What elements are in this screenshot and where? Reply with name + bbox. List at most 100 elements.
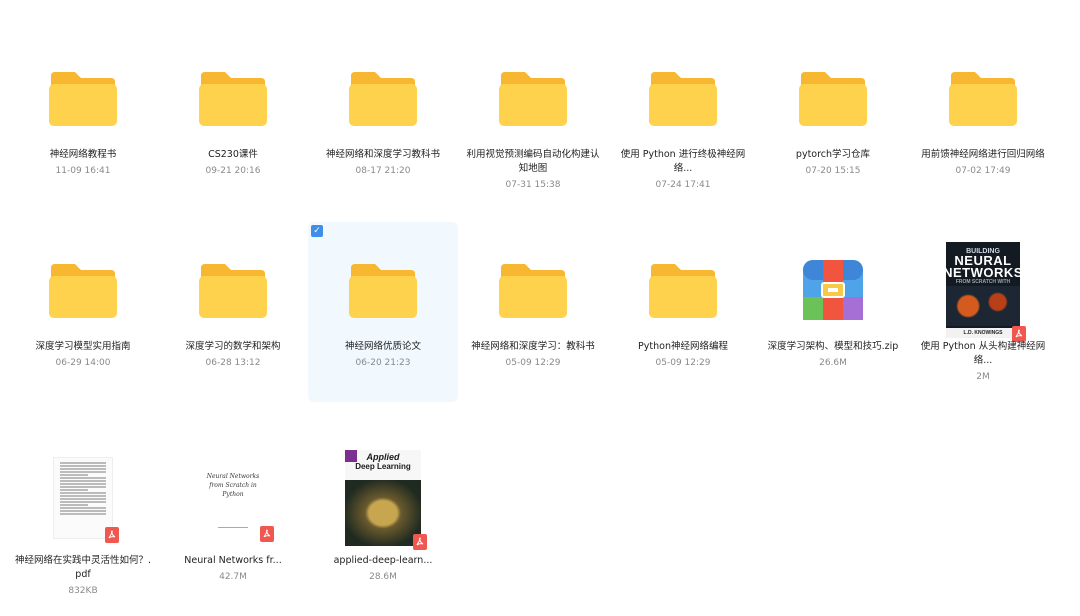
pdf-thumbnail: BUILDINGNEURALNETWORKSFROM SCRATCH WITHP… xyxy=(946,242,1026,342)
folder-icon xyxy=(497,68,569,128)
item-name: Python神经网络编程 05-09 12:29 xyxy=(614,340,752,370)
item-name-text: 深度学习的数学和架构 xyxy=(185,341,281,352)
grid-item[interactable]: 神经网络教程书 11-09 16:41 xyxy=(8,30,158,210)
grid-item[interactable]: 深度学习模型实用指南 06-29 14:00 xyxy=(8,222,158,402)
item-meta: 09-21 20:16 xyxy=(205,166,261,176)
pdf-thumbnail: Neural Networks from Scratch in Python xyxy=(198,458,274,542)
item-meta: 05-09 12:29 xyxy=(505,358,561,368)
item-name: 用前馈神经网络进行回归网络 07-02 17:49 xyxy=(914,148,1052,178)
item-meta: 2M xyxy=(976,372,990,382)
grid-item[interactable]: 利用视觉预测编码自动化构建认知地图 07-31 15:38 xyxy=(458,30,608,210)
cover-text: Deep Learning xyxy=(355,462,411,471)
item-meta: 07-20 15:15 xyxy=(805,166,861,176)
item-thumbnail xyxy=(158,48,308,148)
grid-item[interactable]: 用前馈神经网络进行回归网络 07-02 17:49 xyxy=(908,30,1058,210)
check-icon[interactable]: ✓ xyxy=(311,225,323,237)
cover-text: from Scratch in xyxy=(209,482,257,489)
item-thumbnail xyxy=(8,48,158,148)
item-thumbnail: BUILDINGNEURALNETWORKSFROM SCRATCH WITHP… xyxy=(908,240,1058,342)
item-meta: 06-29 14:00 xyxy=(55,358,111,368)
item-meta: 26.6M xyxy=(819,358,847,368)
item-name-text: 利用视觉预测编码自动化构建认知地图 xyxy=(466,149,600,174)
item-thumbnail xyxy=(158,240,308,340)
item-name-text: 深度学习模型实用指南 xyxy=(35,341,131,352)
item-name: Neural Networks fr... 42.7M xyxy=(164,554,302,584)
item-meta: 28.6M xyxy=(369,572,397,582)
grid-item[interactable]: 深度学习架构、模型和技巧.zip 26.6M xyxy=(758,222,908,402)
item-thumbnail xyxy=(758,48,908,148)
grid-item[interactable]: CS230课件 09-21 20:16 xyxy=(158,30,308,210)
item-meta: 42.7M xyxy=(219,572,247,582)
item-meta: 07-02 17:49 xyxy=(955,166,1011,176)
item-meta: 832KB xyxy=(68,586,98,596)
grid-item[interactable]: 神经网络和深度学习：教科书 05-09 12:29 xyxy=(458,222,608,402)
item-name: 深度学习架构、模型和技巧.zip 26.6M xyxy=(764,340,902,370)
grid-item[interactable]: Applied Deep Learning applied-deep-learn..… xyxy=(308,436,458,616)
item-thumbnail xyxy=(608,48,758,148)
item-meta: 08-17 21:20 xyxy=(355,166,411,176)
item-meta: 05-09 12:29 xyxy=(655,358,711,368)
folder-icon xyxy=(197,68,269,128)
item-name-text: 神经网络和深度学习教科书 xyxy=(325,149,440,160)
folder-icon xyxy=(347,260,419,320)
item-thumbnail xyxy=(8,448,158,548)
item-name: pytorch学习仓库 07-20 15:15 xyxy=(764,148,902,178)
item-meta: 07-31 15:38 xyxy=(505,180,561,190)
item-meta: 06-28 13:12 xyxy=(205,358,261,368)
item-name: 神经网络在实践中灵活性如何？.pdf 832KB xyxy=(14,554,152,598)
item-thumbnail xyxy=(308,48,458,148)
zip-archive-icon xyxy=(803,260,863,320)
item-name-text: 深度学习架构、模型和技巧.zip xyxy=(767,341,899,352)
item-name: 利用视觉预测编码自动化构建认知地图 07-31 15:38 xyxy=(464,148,602,192)
item-name: CS230课件 09-21 20:16 xyxy=(164,148,302,178)
file-grid: 神经网络教程书 11-09 16:41 CS230课件 09-21 20:16 神经网络… xyxy=(0,0,1080,606)
folder-icon xyxy=(197,260,269,320)
item-name-text: 使用 Python 进行终极神经网络... xyxy=(620,149,746,174)
item-name: 神经网络教程书 11-09 16:41 xyxy=(14,148,152,178)
pdf-icon xyxy=(260,526,274,542)
folder-icon xyxy=(47,68,119,128)
pdf-thumbnail xyxy=(53,457,119,543)
grid-item[interactable]: Python神经网络编程 05-09 12:29 xyxy=(608,222,758,402)
cover-text: Neural Networks xyxy=(206,473,260,480)
cover-text: Python xyxy=(222,491,244,498)
item-thumbnail xyxy=(458,240,608,340)
grid-item[interactable]: 使用 Python 进行终极神经网络... 07-24 17:41 xyxy=(608,30,758,210)
item-name: 使用 Python 进行终极神经网络... 07-24 17:41 xyxy=(614,148,752,192)
item-name: 神经网络和深度学习：教科书 05-09 12:29 xyxy=(464,340,602,370)
item-meta: 11-09 16:41 xyxy=(55,166,111,176)
item-thumbnail xyxy=(308,240,458,340)
grid-item[interactable]: 神经网络在实践中灵活性如何？.pdf 832KB xyxy=(8,436,158,616)
item-meta: 07-24 17:41 xyxy=(655,180,711,190)
item-name: 神经网络和深度学习教科书 08-17 21:20 xyxy=(314,148,452,178)
item-thumbnail: Applied Deep Learning xyxy=(308,448,458,550)
item-name: 深度学习的数学和架构 06-28 13:12 xyxy=(164,340,302,370)
item-name-text: 神经网络优质论文 xyxy=(344,341,421,352)
item-name-text: pytorch学习仓库 xyxy=(795,149,871,160)
grid-item[interactable]: 神经网络和深度学习教科书 08-17 21:20 xyxy=(308,30,458,210)
item-thumbnail xyxy=(8,240,158,340)
folder-icon xyxy=(47,260,119,320)
folder-icon xyxy=(647,260,719,320)
item-thumbnail xyxy=(608,240,758,340)
folder-icon xyxy=(497,260,569,320)
item-name-text: CS230课件 xyxy=(208,149,258,160)
grid-item[interactable]: BUILDINGNEURALNETWORKSFROM SCRATCH WITHP… xyxy=(908,222,1058,402)
item-meta: 06-20 21:23 xyxy=(355,358,411,368)
item-name-text: 使用 Python 从头构建神经网络... xyxy=(920,341,1046,366)
item-thumbnail xyxy=(758,240,908,340)
grid-item[interactable]: ✓ 神经网络优质论文 06-20 21:23 xyxy=(308,222,458,402)
folder-icon xyxy=(347,68,419,128)
item-name-text: 神经网络和深度学习：教科书 xyxy=(471,341,595,352)
grid-item[interactable]: 深度学习的数学和架构 06-28 13:12 xyxy=(158,222,308,402)
item-name-text: applied-deep-learn... xyxy=(333,555,433,566)
folder-icon xyxy=(797,68,869,128)
cover-text: NETWORKS xyxy=(946,265,1020,280)
item-thumbnail xyxy=(908,48,1058,148)
grid-item[interactable]: pytorch学习仓库 07-20 15:15 xyxy=(758,30,908,210)
grid-item[interactable]: Neural Networks from Scratch in Python Neur… xyxy=(158,436,308,616)
item-name-text: 神经网络在实践中灵活性如何？.pdf xyxy=(14,555,152,580)
folder-icon xyxy=(647,68,719,128)
cover-text: L.D. KNOWINGS xyxy=(946,328,1020,338)
pdf-thumbnail: Applied Deep Learning xyxy=(345,450,427,550)
